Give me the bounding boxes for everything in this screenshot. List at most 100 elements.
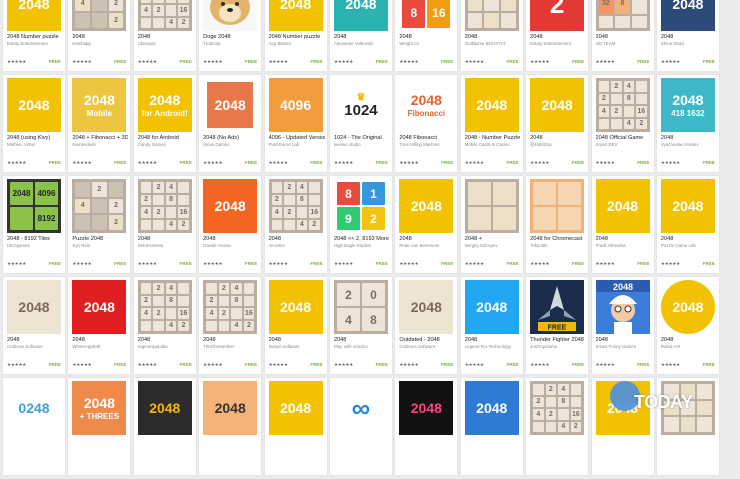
app-title[interactable]: 2048 [465,34,521,40]
price-label[interactable]: FREE [180,160,192,165]
price-label[interactable]: FREE [441,59,453,64]
app-developer[interactable]: UKOgames [7,243,63,248]
app-card[interactable]: 2 4 2 8 4 2 16 4 2 2048 Official Game Smart DEV ★★★… [591,75,654,172]
app-card[interactable]: 2048 for Android! 2048 for Android Candy Ga… [133,75,196,172]
app-developer[interactable]: Puzzle Game Lab [661,243,717,248]
price-label[interactable]: FREE [441,160,453,165]
app-card[interactable]: 2048 Fibonacci 2048 Fibonacci Time Killing … [395,75,458,172]
app-title[interactable]: 2048 [138,236,194,242]
price-label[interactable]: FREE [637,362,649,367]
app-developer[interactable]: DeloFenDew [138,243,194,248]
app-developer[interactable]: NO TEAM [596,41,652,46]
app-title[interactable]: 2048 (No Ads) [203,135,259,141]
price-label[interactable]: FREE [376,160,388,165]
app-card[interactable]: 2048 2048 @Hold2Up ★★★★★ FREE [526,75,589,172]
app-card[interactable]: 2048 [133,378,196,475]
app-card[interactable]: 2048 2048 Pratik Shrestha ★★★★★ FREE [591,176,654,273]
app-developer[interactable]: Codesus Software [399,344,455,349]
app-card[interactable]: 2 4 2 8 4 2 16 4 2 2048 DeloFenDew ★★★★★ FREE [133,176,196,273]
app-card[interactable]: 2048 418 1632 2048 Vyacheslav Kiselev ★★★★★ F… [656,75,719,172]
app-card[interactable]: 4096 4096 - Updated Version PushGame Lab ★★… [264,75,327,172]
app-title[interactable]: 2048 [530,135,586,141]
app-title[interactable]: Puzzle 2048 [72,236,128,242]
price-label[interactable]: FREE [506,261,518,266]
app-title[interactable]: 2048 [334,34,390,40]
app-title[interactable]: 2048 Fibonacci [399,135,455,141]
app-developer[interactable]: Shine Dead [661,41,717,46]
app-developer[interactable]: Sergey Solovyev [465,243,521,248]
app-card[interactable]: 2048 2048 Puzzle Game Lab ★★★★★ FREE [656,176,719,273]
app-title[interactable]: 2048 + Fibonacci + 3D [72,135,128,141]
app-title[interactable]: 2048 [530,34,586,40]
price-label[interactable]: FREE [114,59,126,64]
app-title[interactable]: 2048 [269,337,325,343]
price-label[interactable]: FREE [114,362,126,367]
app-card[interactable]: 2 4 2 2 Puzzle 2048 Syn Rain ★★★★★ FREE [68,176,131,273]
app-title[interactable]: 2048 Official Game [596,135,652,141]
price-label[interactable]: FREE [49,160,61,165]
app-title[interactable]: 2048 [334,337,390,343]
app-card[interactable]: 2 4 2 8 4 2 16 4 2 2048 TheOhmWorker ★★★★★ FREE [199,277,262,374]
app-developer[interactable]: Numberkids [72,142,128,147]
app-title[interactable]: 2048 [399,236,455,242]
app-card[interactable]: 2048 2048 Legend Pro Technology ★★★★★ FREE [460,277,523,374]
price-label[interactable]: FREE [310,59,322,64]
price-label[interactable]: FREE [180,59,192,64]
app-card[interactable]: 2 2048 Estoty Entertainment ★★★★★ FREE [526,0,589,71]
app-developer[interactable]: Time Killing Machine [399,142,455,147]
price-label[interactable]: FREE [506,59,518,64]
app-card[interactable]: 2048 + THREES [68,378,131,475]
price-label[interactable]: FREE [506,362,518,367]
price-label[interactable]: FREE [637,261,649,266]
app-developer[interactable]: Mobile Cards & Casino [465,142,521,147]
app-card[interactable]: 2048 [264,378,327,475]
app-title[interactable]: 2048 - 8192 Tiles [7,236,63,242]
app-developer[interactable]: Candy Games [138,142,194,147]
app-card[interactable]: 2048 2048 Sivium software ★★★★★ FREE [264,277,327,374]
app-card[interactable]: 2048 2048 - Number Puzzle Mobile Cards & C… [460,75,523,172]
app-title[interactable]: 2048 [203,337,259,343]
app-developer[interactable]: Rahul A R [661,344,717,349]
app-title[interactable]: 2048 Number puzzle [269,34,325,40]
app-title[interactable]: 2048 [596,236,652,242]
app-title[interactable]: Doge 2048 [203,34,259,40]
price-label[interactable]: FREE [114,160,126,165]
app-card[interactable]: Doge 2048 Ticalcula ★★★★★ FREE [199,0,262,71]
app-card[interactable]: ∞ [329,378,392,475]
app-developer[interactable]: Ketchapp [72,41,128,46]
price-label[interactable]: FREE [310,362,322,367]
price-label[interactable]: FREE [49,59,61,64]
app-card[interactable]: 1024 ♛ 1024 - The Original weewo studio ★★★★… [329,75,392,172]
app-developer[interactable]: App Blaster [269,41,325,46]
price-label[interactable]: FREE [572,59,584,64]
price-label[interactable]: FREE [245,362,257,367]
price-label[interactable]: FREE [572,160,584,165]
app-developer[interactable]: weewo studio [334,142,390,147]
app-card[interactable]: 2 4 2 8 4 2 16 4 2 [526,378,589,475]
app-card[interactable]: 2048 [395,378,458,475]
price-label[interactable]: FREE [180,362,192,367]
app-title[interactable]: 2048 [138,34,194,40]
app-title[interactable]: 2048 [7,337,63,343]
app-card[interactable]: 2048 2048 Alexander Volkovski ★★★★★ FREE [329,0,392,71]
price-label[interactable]: FREE [114,261,126,266]
price-label[interactable]: FREE [245,261,257,266]
app-title[interactable]: 2048 [661,34,717,40]
app-developer[interactable]: High Eagle Studios [334,243,390,248]
price-label[interactable]: FREE [49,261,61,266]
app-developer[interactable]: @Hold2Up [530,142,586,147]
app-card[interactable]: 2048 Mobile 2048 + Fibonacci + 3D Numberkid… [68,75,131,172]
app-card[interactable]: 2 4 2 8 4 2 16 4 2 2048 An artist ★★★★★ FREE [264,176,327,273]
app-card[interactable]: 8 16 2048 Weight.on ★★★★★ FREE [395,0,458,71]
app-card[interactable]: 2048 4096 8192 2048 - 8192 Tiles UKOgames ★★★… [3,176,65,273]
app-card[interactable]: 2 0 4 8 2048 Play with Voodoo ★★★★★ FREE [329,277,392,374]
price-label[interactable]: FREE [441,261,453,266]
app-developer[interactable]: Legend Pro Technology [465,344,521,349]
app-card[interactable]: 32 8 2048 NO TEAM ★★★★★ FREE [591,0,654,71]
price-label[interactable]: FREE [703,160,715,165]
app-card[interactable]: 0248 [3,378,65,475]
app-developer[interactable]: JustTopGame [530,344,586,349]
app-developer[interactable]: Sivium software [269,344,325,349]
price-label[interactable]: FREE [245,59,257,64]
app-card[interactable]: FREE Thunder Fighter 2048 JustTopGame ★★★★★… [526,277,589,374]
